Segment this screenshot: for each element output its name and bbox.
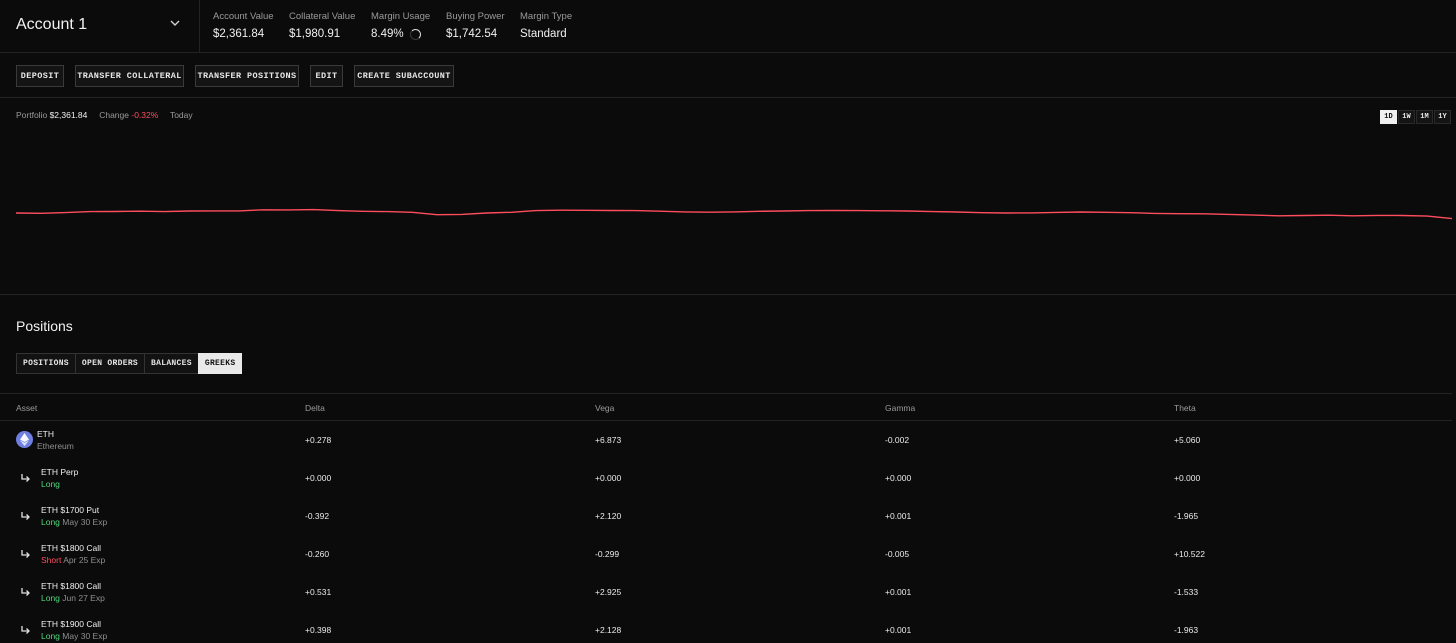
position-side: Short — [41, 555, 62, 565]
position-side: Long — [41, 631, 60, 641]
stat-label: Collateral Value — [289, 11, 356, 22]
spinner-icon — [409, 28, 421, 40]
sub-arrow-icon — [21, 512, 30, 520]
column-header-vega[interactable]: Vega — [595, 403, 614, 413]
position-side-line: Long — [41, 479, 60, 489]
position-side-line: Long Jun 27 Exp — [41, 593, 105, 603]
theta-value: +0.000 — [1174, 473, 1201, 483]
tab-balances[interactable]: BALANCES — [144, 353, 199, 374]
theta-value: -1.533 — [1174, 587, 1199, 597]
asset-subtitle: Ethereum — [37, 441, 74, 451]
position-expiry: Apr 25 Exp — [63, 555, 106, 565]
delta-value: +0.398 — [305, 625, 332, 635]
sub-arrow-icon — [21, 474, 30, 482]
position-expiry: Jun 27 Exp — [62, 593, 105, 603]
portfolio-line-chart — [15, 208, 1453, 220]
vega-value: +0.000 — [595, 473, 622, 483]
transfer-positions-button[interactable]: TRANSFER POSITIONS — [195, 65, 299, 87]
table-row[interactable]: ETH Perp Long +0.000 +0.000 +0.000 +0.00… — [0, 459, 1452, 497]
table-row[interactable]: ETH $1800 Call Long Jun 27 Exp +0.531 +2… — [0, 573, 1452, 611]
theta-value: +5.060 — [1174, 435, 1201, 445]
ethereum-icon — [16, 431, 33, 448]
vega-value: +2.128 — [595, 625, 622, 635]
sub-arrow-icon — [21, 588, 30, 596]
theta-value: -1.963 — [1174, 625, 1199, 635]
column-header-theta[interactable]: Theta — [1174, 403, 1196, 413]
gamma-value: -0.002 — [885, 435, 910, 445]
stat-value: $1,742.54 — [446, 28, 498, 40]
stat-label: Margin Usage — [371, 11, 431, 22]
position-expiry: May 30 Exp — [62, 517, 108, 527]
vega-value: +2.120 — [595, 511, 622, 521]
portfolio-value-line — [15, 208, 1453, 220]
account-header: Account 1 Account Value $2,361.84 Collat… — [0, 0, 1456, 53]
gamma-value: -0.005 — [885, 549, 910, 559]
tab-open-orders[interactable]: OPEN ORDERS — [74, 353, 146, 374]
delta-value: +0.000 — [305, 473, 332, 483]
stat-collateral-value: Collateral Value $1,980.91 — [289, 11, 355, 40]
delta-value: +0.531 — [305, 587, 332, 597]
table-row[interactable]: ETH $1700 Put Long May 30 Exp -0.392 +2.… — [0, 497, 1452, 535]
position-side: Long — [41, 479, 60, 489]
stat-label: Margin Type — [520, 11, 573, 22]
positions-title: Positions — [16, 318, 73, 334]
stat-value: $1,980.91 — [289, 28, 341, 40]
table-header: Asset Delta Vega Gamma Theta — [0, 393, 1452, 421]
stat-label: Account Value — [213, 11, 274, 22]
action-bar: DEPOSIT TRANSFER COLLATERAL TRANSFER POS… — [0, 53, 1456, 98]
theta-value: -1.965 — [1174, 511, 1199, 521]
column-header-gamma[interactable]: Gamma — [885, 403, 915, 413]
table-row[interactable]: ETH $1900 Call Long May 30 Exp +0.398 +2… — [0, 611, 1452, 643]
chevron-down-icon — [170, 20, 180, 26]
account-selector[interactable]: Account 1 — [0, 0, 200, 53]
asset-name: ETH — [37, 429, 54, 439]
table-row[interactable]: ETH $1800 Call Short Apr 25 Exp -0.260 -… — [0, 535, 1452, 573]
asset-name: ETH $1900 Call — [41, 619, 102, 629]
column-header-asset[interactable]: Asset — [16, 403, 37, 413]
position-side: Long — [41, 593, 60, 603]
table-row[interactable]: ETH Ethereum +0.278 +6.873 -0.002 +5.060 — [0, 421, 1452, 459]
deposit-button[interactable]: DEPOSIT — [16, 65, 64, 87]
stat-margin-usage: Margin Usage 8.49% — [371, 11, 430, 40]
stat-value: $2,361.84 — [213, 28, 265, 40]
vega-value: +2.925 — [595, 587, 622, 597]
asset-name: ETH $1800 Call — [41, 543, 102, 553]
edit-button[interactable]: EDIT — [310, 65, 343, 87]
transfer-collateral-button[interactable]: TRANSFER COLLATERAL — [75, 65, 184, 87]
stat-label: Buying Power — [446, 11, 505, 22]
stat-value: Standard — [520, 28, 567, 40]
create-subaccount-button[interactable]: CREATE SUBACCOUNT — [354, 65, 454, 87]
stat-value: 8.49% — [371, 28, 404, 40]
vega-value: -0.299 — [595, 549, 620, 559]
gamma-value: +0.001 — [885, 587, 912, 597]
position-side-line: Short Apr 25 Exp — [41, 555, 105, 565]
stat-buying-power: Buying Power $1,742.54 — [446, 11, 505, 40]
asset-name: ETH $1700 Put — [41, 505, 100, 515]
position-side-line: Long May 30 Exp — [41, 517, 107, 527]
position-side-line: Long May 30 Exp — [41, 631, 107, 641]
delta-value: -0.260 — [305, 549, 330, 559]
theta-value: +10.522 — [1174, 549, 1205, 559]
account-name: Account 1 — [16, 16, 88, 33]
stat-value-row: 8.49% — [371, 28, 430, 40]
delta-value: +0.278 — [305, 435, 332, 445]
asset-name: ETH $1800 Call — [41, 581, 102, 591]
gamma-value: +0.001 — [885, 511, 912, 521]
delta-value: -0.392 — [305, 511, 330, 521]
stat-margin-type: Margin Type Standard — [520, 11, 572, 40]
vega-value: +6.873 — [595, 435, 622, 445]
tab-greeks[interactable]: GREEKS — [197, 353, 243, 374]
positions-tabs: POSITIONS OPEN ORDERS BALANCES GREEKS — [16, 353, 243, 374]
column-header-delta[interactable]: Delta — [305, 403, 325, 413]
position-expiry: May 30 Exp — [62, 631, 108, 641]
position-side: Long — [41, 517, 60, 527]
asset-name: ETH Perp — [41, 467, 79, 477]
portfolio-chart-panel: Portfolio $2,361.84 Change -0.32% Today … — [0, 98, 1456, 295]
stat-account-value: Account Value $2,361.84 — [213, 11, 274, 40]
gamma-value: +0.000 — [885, 473, 912, 483]
sub-arrow-icon — [21, 550, 30, 558]
gamma-value: +0.001 — [885, 625, 912, 635]
sub-arrow-icon — [21, 626, 30, 634]
tab-positions[interactable]: POSITIONS — [16, 353, 76, 374]
